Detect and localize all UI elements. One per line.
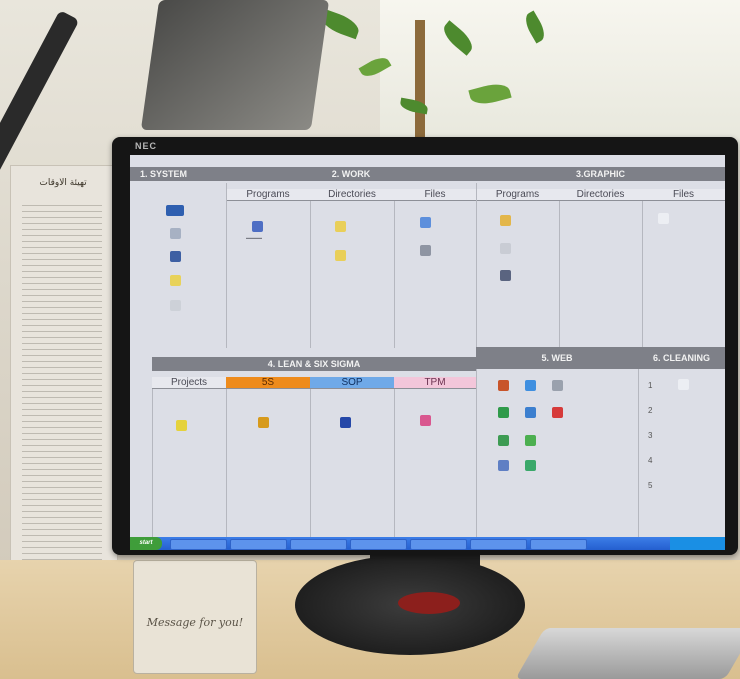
tab-work-directories: Directories xyxy=(310,189,394,201)
keyboard xyxy=(515,628,740,679)
sop-icon[interactable] xyxy=(340,417,351,428)
divider xyxy=(476,369,477,537)
file-icon[interactable] xyxy=(658,213,669,224)
taskbar-item[interactable] xyxy=(470,539,527,550)
graphics-program-icon[interactable] xyxy=(500,243,511,254)
folder-icon[interactable] xyxy=(170,275,181,286)
web-app-icon[interactable] xyxy=(525,435,536,446)
section-header-cleaning: 6. CLEANING xyxy=(638,347,725,369)
divider xyxy=(310,389,311,537)
divider xyxy=(394,389,395,537)
taskbar-item[interactable] xyxy=(290,539,347,550)
divider xyxy=(559,201,560,348)
cleaning-number: 1 xyxy=(648,381,653,390)
web-app-icon[interactable] xyxy=(525,460,536,471)
taskbar-item[interactable] xyxy=(530,539,587,550)
tab-graphic-directories: Directories xyxy=(559,189,642,201)
paper-text-lines xyxy=(22,205,102,575)
divider xyxy=(152,389,153,537)
system-tray[interactable] xyxy=(670,537,725,550)
section-header-work: 2. WORK xyxy=(226,167,476,181)
taskbar-item[interactable] xyxy=(410,539,467,550)
folder-icon[interactable] xyxy=(335,250,346,261)
divider xyxy=(226,389,227,537)
monitor-brand: NEC xyxy=(135,141,158,151)
tab-lean-projects: Projects xyxy=(152,377,226,389)
taskbar-item[interactable] xyxy=(170,539,227,550)
cleaning-number: 3 xyxy=(648,431,653,440)
window-light xyxy=(380,0,740,150)
tpm-icon[interactable] xyxy=(420,415,431,426)
divider xyxy=(642,201,643,348)
tab-lean-sop: SOP xyxy=(310,377,394,389)
taskbar: start xyxy=(130,537,725,550)
tab-graphic-files: Files xyxy=(642,189,725,201)
tab-lean-5s: 5S xyxy=(226,377,310,389)
section-header-lean-six-sigma: 4. LEAN & SIX SIGMA xyxy=(152,357,476,371)
web-app-icon[interactable] xyxy=(498,435,509,446)
recycle-bin-icon[interactable] xyxy=(170,300,181,311)
web-app-icon[interactable] xyxy=(498,407,509,418)
web-app-icon[interactable] xyxy=(498,460,509,471)
web-app-icon[interactable] xyxy=(552,380,563,391)
divider xyxy=(476,183,477,348)
divider xyxy=(310,201,311,348)
web-app-icon[interactable] xyxy=(552,407,563,418)
five-s-icon[interactable] xyxy=(258,417,269,428)
folder-icon[interactable] xyxy=(335,221,346,232)
graphics-program-icon[interactable] xyxy=(500,215,511,226)
cleaning-number: 2 xyxy=(648,406,653,415)
tab-work-programs: Programs xyxy=(226,189,310,201)
divider xyxy=(226,183,227,348)
cleaning-number: 4 xyxy=(648,456,653,465)
documents-icon[interactable] xyxy=(170,228,181,239)
project-icon[interactable] xyxy=(176,420,187,431)
tab-work-files: Files xyxy=(394,189,476,201)
taskbar-item[interactable] xyxy=(350,539,407,550)
network-icon[interactable] xyxy=(170,251,181,262)
icon-label: ▬▬▬▬ xyxy=(246,235,262,240)
cleaning-number: 5 xyxy=(648,481,653,490)
section-header-graphic: 3.GRAPHIC xyxy=(476,167,725,181)
red-object xyxy=(398,592,460,614)
plant-trunk xyxy=(415,20,425,140)
start-button[interactable]: start xyxy=(130,537,162,550)
paper-header: تهيئة الاوقات xyxy=(39,178,87,188)
program-icon[interactable] xyxy=(252,221,263,232)
photo-scene: تهيئة الاوقات Message for you! NEC 1. SY… xyxy=(0,0,740,679)
web-app-icon[interactable] xyxy=(525,407,536,418)
taskbar-item[interactable] xyxy=(230,539,287,550)
message-card-text: Message for you! xyxy=(146,616,244,629)
browser-icon[interactable] xyxy=(525,380,536,391)
recycle-bin-icon[interactable] xyxy=(678,379,689,390)
browser-icon[interactable] xyxy=(498,380,509,391)
divider xyxy=(638,369,639,537)
section-header-system: 1. SYSTEM xyxy=(130,167,226,181)
graphics-program-icon[interactable] xyxy=(500,270,511,281)
desk-lamp-head xyxy=(140,0,330,130)
document-icon[interactable] xyxy=(420,217,431,228)
computer-icon[interactable] xyxy=(166,205,184,216)
tab-graphic-programs: Programs xyxy=(476,189,559,201)
document-icon[interactable] xyxy=(420,245,431,256)
tab-lean-tpm: TPM xyxy=(394,377,476,389)
monitor-screen: 1. SYSTEM 2. WORK 3.GRAPHIC Programs Dir… xyxy=(130,155,725,550)
section-header-web: 5. WEB xyxy=(476,347,638,369)
divider xyxy=(394,201,395,348)
